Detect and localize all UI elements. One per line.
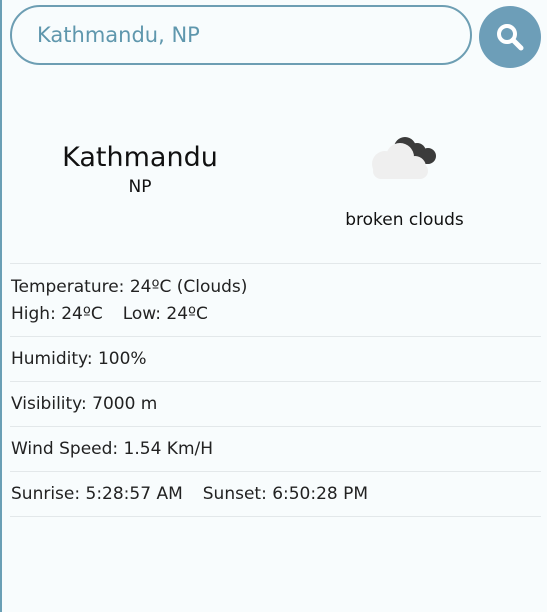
humidity-row: Humidity: 100% (10, 337, 541, 382)
wind-row: Wind Speed: 1.54 Km/H (10, 427, 541, 472)
city-name: Kathmandu (62, 142, 218, 173)
search-input[interactable]: Kathmandu, NP (10, 5, 472, 65)
high-low-text: High: 24ºC Low: 24ºC (11, 301, 541, 328)
temperature-row: Temperature: 24ºC (Clouds) High: 24ºC Low… (10, 264, 541, 337)
low-temp: Low: 24ºC (122, 304, 208, 324)
weather-description: broken clouds (345, 210, 464, 230)
sunrise-text: Sunrise: 5:28:57 AM (11, 484, 183, 504)
weather-details: Temperature: 24ºC (Clouds) High: 24ºC Low… (10, 263, 541, 517)
sunset-text: Sunset: 6:50:28 PM (202, 484, 369, 504)
broken-clouds-icon (372, 137, 436, 179)
temperature-text: Temperature: 24ºC (Clouds) (11, 277, 248, 297)
humidity-text: Humidity: 100% (11, 349, 147, 369)
sun-row: Sunrise: 5:28:57 AM Sunset: 6:50:28 PM (10, 472, 541, 517)
search-button[interactable] (479, 6, 541, 68)
country-code: NP (128, 177, 152, 197)
visibility-row: Visibility: 7000 m (10, 382, 541, 427)
high-temp: High: 24ºC (11, 304, 103, 324)
visibility-text: Visibility: 7000 m (11, 394, 158, 414)
wind-speed-text: Wind Speed: 1.54 Km/H (11, 439, 214, 459)
search-icon (497, 24, 524, 51)
